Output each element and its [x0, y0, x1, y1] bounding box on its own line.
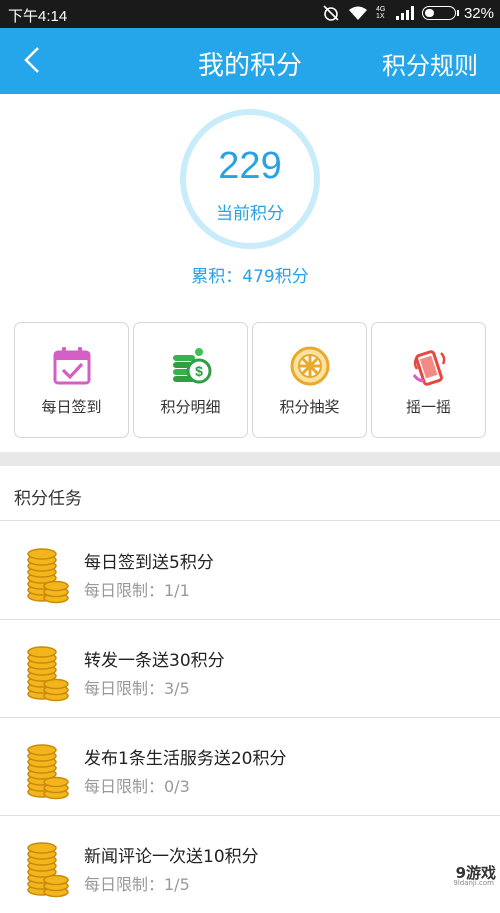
- app-bar: 我的积分 积分规则: [0, 28, 500, 94]
- status-icons: 4G 1X 32%: [322, 4, 494, 22]
- coin-stack-icon: [26, 742, 70, 800]
- coin-stack-dollar-icon: $: [170, 345, 212, 387]
- task-item[interactable]: 转发一条送30积分 每日限制：3/5: [0, 620, 500, 717]
- section-separator: [0, 452, 500, 466]
- alarm-off-icon: [322, 4, 340, 22]
- shake-phone-icon: [408, 345, 450, 387]
- quick-actions: 每日签到 $ 积分明细 积分抽: [14, 322, 486, 438]
- points-rules-link[interactable]: 积分规则: [382, 46, 478, 81]
- tasks-section-title: 积分任务: [14, 484, 82, 509]
- points-summary: 229 当前积分 累积：479积分 每日签到 $: [0, 94, 500, 448]
- current-points-value: 229: [186, 145, 314, 188]
- task-name: 发布1条生活服务送20积分: [84, 744, 286, 769]
- task-item[interactable]: 发布1条生活服务送20积分 每日限制：0/3: [0, 718, 500, 815]
- task-limit: 每日限制：3/5: [84, 675, 190, 699]
- action-points-detail[interactable]: $ 积分明细: [133, 322, 248, 438]
- task-name: 新闻评论一次送10积分: [84, 842, 259, 867]
- coin-stack-icon: [26, 644, 70, 702]
- coin-stack-icon: [26, 840, 70, 898]
- task-item[interactable]: 每日签到送5积分 每日限制：1/1: [0, 522, 500, 619]
- coin-stack-icon: [26, 546, 70, 604]
- signal-icon: [396, 6, 414, 20]
- action-daily-checkin[interactable]: 每日签到: [14, 322, 129, 438]
- status-time: 下午4:14: [8, 5, 67, 26]
- calendar-check-icon: [51, 345, 93, 387]
- svg-text:$: $: [195, 363, 203, 379]
- network-type: 4G 1X: [376, 6, 388, 20]
- task-limit: 每日限制：1/1: [84, 577, 190, 601]
- task-limit: 每日限制：0/3: [84, 773, 190, 797]
- wifi-icon: [348, 5, 368, 21]
- battery-percent: 32%: [464, 5, 494, 22]
- points-ring: 229 当前积分: [180, 109, 320, 249]
- task-name: 转发一条送30积分: [84, 646, 225, 671]
- status-bar: 下午4:14 4G 1X 32%: [0, 0, 500, 28]
- action-label: 积分抽奖: [253, 396, 366, 417]
- action-points-lottery[interactable]: 积分抽奖: [252, 322, 367, 438]
- divider: [0, 520, 500, 521]
- action-shake[interactable]: 摇一摇: [371, 322, 486, 438]
- task-limit: 每日限制：1/5: [84, 871, 190, 895]
- current-points-label: 当前积分: [186, 199, 314, 224]
- battery-icon: [422, 6, 456, 20]
- watermark: 9游戏 9ldanji.com: [424, 862, 496, 886]
- lottery-wheel-icon: [289, 345, 331, 387]
- watermark-url: 9ldanji.com: [453, 879, 494, 887]
- action-label: 摇一摇: [372, 396, 485, 417]
- total-points: 累积：479积分: [0, 262, 500, 287]
- task-name: 每日签到送5积分: [84, 548, 214, 573]
- action-label: 每日签到: [15, 396, 128, 417]
- action-label: 积分明细: [134, 396, 247, 417]
